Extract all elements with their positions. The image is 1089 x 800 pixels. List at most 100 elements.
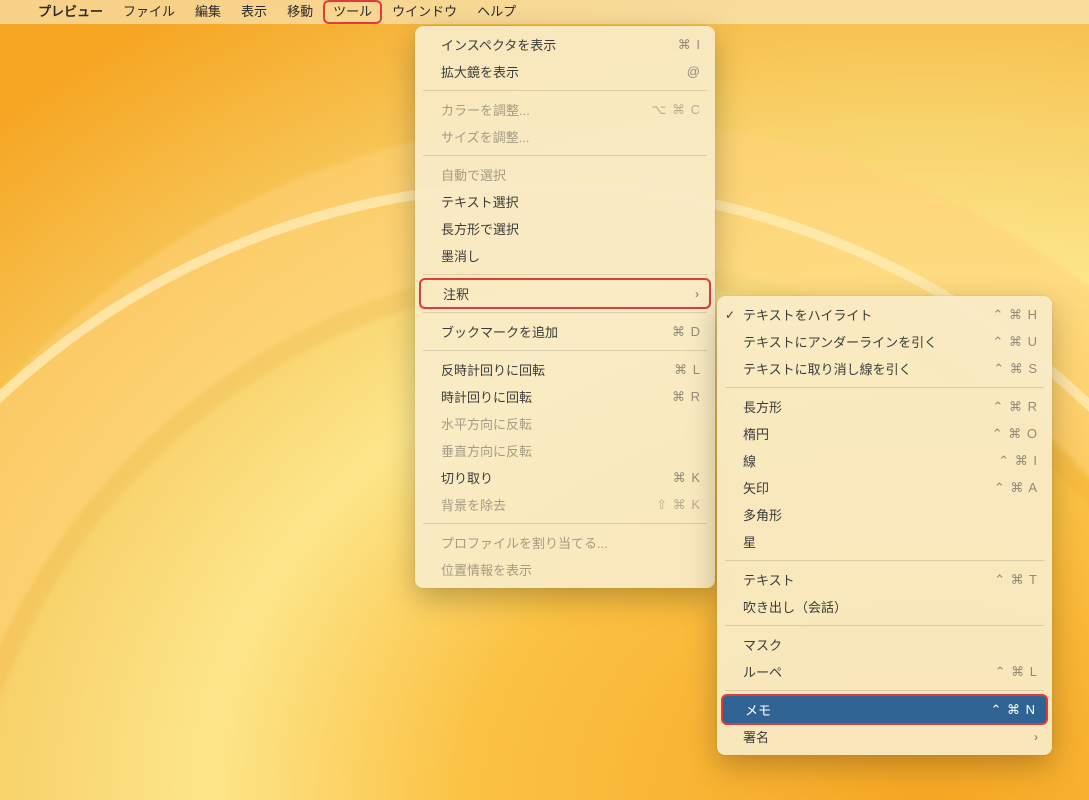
- menu-item-label: テキスト: [743, 570, 986, 589]
- menu-item-label: マスク: [743, 635, 1038, 654]
- menu-item-flip-v: 垂直方向に反転: [415, 437, 715, 464]
- menu-tools[interactable]: ツール: [323, 0, 382, 24]
- menu-item-oval[interactable]: 楕円 ⌃ ⌘ O: [717, 420, 1052, 447]
- tools-menu: インスペクタを表示 ⌘ I 拡大鏡を表示 @ カラーを調整... ⌥ ⌘ C サ…: [415, 26, 715, 588]
- annotate-submenu: ✓ テキストをハイライト ⌃ ⌘ H テキストにアンダーラインを引く ⌃ ⌘ U…: [717, 296, 1052, 755]
- menu-item-show-magnifier[interactable]: 拡大鏡を表示 @: [415, 58, 715, 85]
- menu-item-rect-select[interactable]: 長方形で選択: [415, 215, 715, 242]
- menu-item-rectangle[interactable]: 長方形 ⌃ ⌘ R: [717, 393, 1052, 420]
- menu-separator: [423, 523, 707, 524]
- menu-window[interactable]: ウインドウ: [382, 0, 467, 24]
- menu-item-label: メモ: [745, 700, 984, 719]
- menu-item-label: プロファイルを割り当てる...: [441, 533, 701, 552]
- menu-item-auto-select: 自動で選択: [415, 161, 715, 188]
- menu-item-shortcut: ⇧ ⌘ K: [649, 497, 701, 513]
- menu-item-label: カラーを調整...: [441, 100, 649, 119]
- menu-item-label: 反時計回りに回転: [441, 360, 649, 379]
- menu-item-label: 長方形で選択: [441, 219, 701, 238]
- menu-item-speech-bubble[interactable]: 吹き出し（会話）: [717, 593, 1052, 620]
- menu-item-label: テキストをハイライト: [743, 305, 986, 324]
- menu-separator: [725, 387, 1044, 388]
- menu-item-label: 水平方向に反転: [441, 414, 701, 433]
- menu-item-shortcut: ⌃ ⌘ I: [986, 453, 1038, 469]
- menu-item-add-bookmark[interactable]: ブックマークを追加 ⌘ D: [415, 318, 715, 345]
- menu-item-crop[interactable]: 切り取り ⌘ K: [415, 464, 715, 491]
- menu-separator: [725, 690, 1044, 691]
- menu-item-label: ブックマークを追加: [441, 322, 649, 341]
- menu-item-shortcut: ⌃ ⌘ U: [986, 334, 1038, 350]
- app-name[interactable]: プレビュー: [28, 0, 113, 24]
- menu-item-underline-text[interactable]: テキストにアンダーラインを引く ⌃ ⌘ U: [717, 328, 1052, 355]
- menu-item-strikethrough-text[interactable]: テキストに取り消し線を引く ⌃ ⌘ S: [717, 355, 1052, 382]
- menu-separator: [423, 274, 707, 275]
- menu-item-polygon[interactable]: 多角形: [717, 501, 1052, 528]
- menu-item-shortcut: ⌥ ⌘ C: [649, 102, 701, 118]
- menu-separator: [725, 560, 1044, 561]
- menu-item-note[interactable]: メモ ⌃ ⌘ N: [721, 694, 1048, 725]
- menu-help[interactable]: ヘルプ: [467, 0, 526, 24]
- menu-item-mask[interactable]: マスク: [717, 631, 1052, 658]
- check-icon: ✓: [725, 301, 735, 328]
- menu-item-signature[interactable]: 署名 ›: [717, 723, 1052, 750]
- menu-item-text[interactable]: テキスト ⌃ ⌘ T: [717, 566, 1052, 593]
- menu-separator: [725, 625, 1044, 626]
- menu-item-show-location: 位置情報を表示: [415, 556, 715, 583]
- menu-item-label: 星: [743, 532, 1038, 551]
- menu-separator: [423, 312, 707, 313]
- menu-item-line[interactable]: 線 ⌃ ⌘ I: [717, 447, 1052, 474]
- menu-item-remove-bg: 背景を除去 ⇧ ⌘ K: [415, 491, 715, 518]
- menu-item-shortcut: ⌃ ⌘ R: [986, 399, 1038, 415]
- menu-item-label: 時計回りに回転: [441, 387, 649, 406]
- menu-item-label: 多角形: [743, 505, 1038, 524]
- menu-item-rotate-ccw[interactable]: 反時計回りに回転 ⌘ L: [415, 356, 715, 383]
- menu-item-shortcut: ⌘ L: [649, 362, 701, 378]
- menu-item-label: 切り取り: [441, 468, 649, 487]
- menu-item-shortcut: ⌘ D: [649, 324, 701, 340]
- menu-item-shortcut: ⌃ ⌘ L: [986, 664, 1038, 680]
- menu-file[interactable]: ファイル: [113, 0, 185, 24]
- menu-item-shortcut: ⌃ ⌘ T: [986, 572, 1038, 588]
- menu-item-assign-profile: プロファイルを割り当てる...: [415, 529, 715, 556]
- menu-item-rotate-cw[interactable]: 時計回りに回転 ⌘ R: [415, 383, 715, 410]
- menu-item-shortcut: ⌘ R: [649, 389, 701, 405]
- chevron-right-icon: ›: [1034, 730, 1038, 744]
- menu-item-shortcut: ⌘ K: [649, 470, 701, 486]
- menu-item-label: 垂直方向に反転: [441, 441, 701, 460]
- menu-item-loupe[interactable]: ルーペ ⌃ ⌘ L: [717, 658, 1052, 685]
- menu-item-label: 墨消し: [441, 246, 701, 265]
- menu-item-adjust-size: サイズを調整...: [415, 123, 715, 150]
- menu-item-shortcut: ⌃ ⌘ O: [986, 426, 1038, 442]
- menu-item-label: 矢印: [743, 478, 986, 497]
- menu-edit[interactable]: 編集: [185, 0, 231, 24]
- menu-go[interactable]: 移動: [277, 0, 323, 24]
- menu-item-arrow[interactable]: 矢印 ⌃ ⌘ A: [717, 474, 1052, 501]
- menu-separator: [423, 155, 707, 156]
- menu-separator: [423, 90, 707, 91]
- menu-item-label: ルーペ: [743, 662, 986, 681]
- menu-view[interactable]: 表示: [231, 0, 277, 24]
- menu-separator: [423, 350, 707, 351]
- menu-item-label: 背景を除去: [441, 495, 649, 514]
- menu-item-label: 吹き出し（会話）: [743, 597, 1038, 616]
- menu-item-label: テキスト選択: [441, 192, 701, 211]
- menu-item-annotate[interactable]: 注釈 ›: [419, 278, 711, 309]
- menu-item-redact[interactable]: 墨消し: [415, 242, 715, 269]
- menu-item-shortcut: ⌃ ⌘ H: [986, 307, 1038, 323]
- menu-item-label: インスペクタを表示: [441, 35, 649, 54]
- menu-item-flip-h: 水平方向に反転: [415, 410, 715, 437]
- menu-item-show-inspector[interactable]: インスペクタを表示 ⌘ I: [415, 31, 715, 58]
- menu-item-label: 自動で選択: [441, 165, 701, 184]
- menu-item-shortcut: ⌃ ⌘ N: [984, 702, 1036, 718]
- menu-item-label: 線: [743, 451, 986, 470]
- menu-item-highlight-text[interactable]: ✓ テキストをハイライト ⌃ ⌘ H: [717, 301, 1052, 328]
- menu-item-text-select[interactable]: テキスト選択: [415, 188, 715, 215]
- menu-item-star[interactable]: 星: [717, 528, 1052, 555]
- menu-item-adjust-color: カラーを調整... ⌥ ⌘ C: [415, 96, 715, 123]
- menubar: プレビュー ファイル 編集 表示 移動 ツール ウインドウ ヘルプ: [0, 0, 1089, 24]
- menu-item-label: 署名: [743, 727, 1034, 746]
- menu-item-label: 拡大鏡を表示: [441, 62, 649, 81]
- menu-item-label: 楕円: [743, 424, 986, 443]
- menu-item-label: テキストに取り消し線を引く: [743, 359, 986, 378]
- menu-item-label: テキストにアンダーラインを引く: [743, 332, 986, 351]
- menu-item-label: 注釈: [443, 284, 695, 303]
